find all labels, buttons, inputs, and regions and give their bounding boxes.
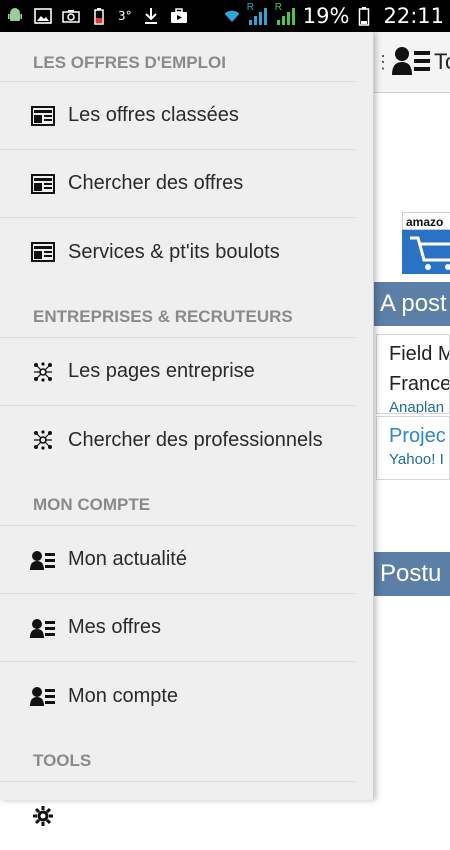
download-icon — [142, 7, 160, 25]
section-header-recent: A post — [374, 282, 450, 326]
network-icon — [30, 359, 56, 385]
job-company: Yahoo! I — [389, 451, 444, 468]
newspaper-icon — [30, 171, 56, 197]
profile-card-icon[interactable] — [392, 45, 432, 80]
battery-icon — [355, 7, 373, 26]
job-title: Projec — [389, 425, 446, 447]
drawer-item-label: Mon actualité — [68, 548, 187, 570]
signal-icon-1: R — [247, 2, 269, 26]
job-company: Anaplan — [389, 399, 445, 414]
drawer-item-my-offers[interactable]: Mes offres — [0, 594, 355, 662]
drawer-item-label: Services & pt'its boulots — [68, 240, 280, 263]
shopping-cart-icon — [410, 236, 450, 270]
profile-card-icon — [30, 683, 56, 709]
clock: 22:11 — [383, 4, 444, 28]
battery-alert-icon — [90, 7, 108, 25]
drawer-item-label: Mon compte — [68, 684, 179, 707]
section-heading-job-offers: LES OFFRES D'EMPLOI — [0, 32, 355, 82]
drawer-item-classified-offers[interactable]: Les offres classées — [0, 82, 355, 150]
job-title: Field M — [389, 343, 450, 365]
job-title-line2: France — [389, 373, 450, 395]
image-icon — [34, 7, 52, 25]
network-icon — [30, 427, 56, 453]
signal-icon-2: R — [275, 2, 297, 26]
section-heading-tools: TOOLS — [0, 730, 355, 782]
drawer-item-settings[interactable] — [0, 782, 355, 850]
android-debug-icon — [6, 7, 24, 25]
drawer-item-label: Mes offres — [68, 616, 161, 638]
temperature-notification: 3° — [118, 9, 132, 23]
profile-card-icon — [30, 615, 56, 641]
section-heading-companies: ENTREPRISES & RECRUTEURS — [0, 286, 355, 338]
drawer-item-label: Chercher des offres — [68, 172, 244, 194]
drawer-item-my-account[interactable]: Mon compte — [0, 662, 355, 730]
drawer-item-my-news[interactable]: Mon actualité — [0, 526, 355, 594]
action-bar: ⋮ To — [374, 32, 450, 93]
drawer-item-company-pages[interactable]: Les pages entreprise — [0, 338, 355, 406]
job-card[interactable]: Projec Yahoo! I — [376, 416, 450, 480]
newspaper-icon — [30, 239, 56, 265]
drawer-item-label: Chercher des professionnels — [68, 428, 323, 451]
section-heading-my-account: MON COMPTE — [0, 474, 355, 526]
drawer-item-label: Les pages entreprise — [68, 360, 255, 382]
drawer-item-services[interactable]: Services & pt'its boulots — [0, 218, 355, 286]
drawer-item-label: Les offres classées — [68, 104, 239, 126]
job-card[interactable]: Field M France Anaplan — [376, 334, 450, 414]
roaming-indicator-1: R — [246, 2, 255, 13]
page-title: To — [434, 49, 450, 74]
drawer-item-search-offers[interactable]: Chercher des offres — [0, 150, 355, 218]
ad-brand-text: amazo — [402, 212, 450, 230]
gear-icon — [30, 803, 56, 829]
drawer-toggle-icon[interactable]: ⋮ — [374, 52, 392, 73]
section-header-posted: Postu — [374, 552, 450, 596]
profile-card-icon — [30, 547, 56, 573]
roaming-indicator-2: R — [274, 2, 283, 13]
drawer-item-search-professionals[interactable]: Chercher des professionnels — [0, 406, 355, 474]
camera-icon — [62, 7, 80, 25]
newspaper-icon — [30, 103, 56, 129]
navigation-drawer: LES OFFRES D'EMPLOI Les offres classées … — [0, 32, 374, 826]
amazon-ad-banner[interactable]: amazo — [402, 212, 450, 274]
wifi-icon — [223, 7, 241, 25]
status-bar: 3° R R 19% 22:11 — [0, 0, 450, 32]
briefcase-icon — [170, 7, 188, 25]
battery-percent: 19% — [302, 4, 350, 28]
